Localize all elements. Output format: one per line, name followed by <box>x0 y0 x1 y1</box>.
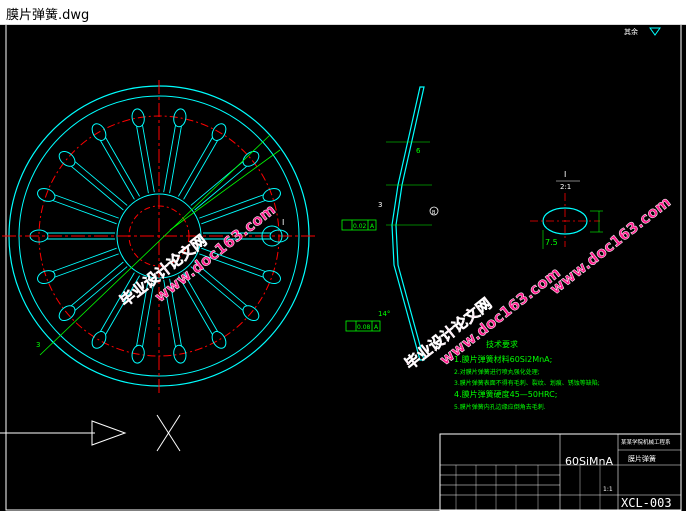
note-item-5: 5.膜片弹簧内孔边缘应倒角去毛刺. <box>454 403 546 411</box>
slot-end-hole <box>211 331 227 349</box>
radial-slot <box>58 150 128 211</box>
detail-scale: 2:1 <box>560 183 571 191</box>
flatness-tolerance-2: 0.08 A <box>345 320 381 332</box>
note-item-1: 1.膜片弹簧材料60Si2MnA; <box>454 354 552 364</box>
roughness-note: 其余 <box>624 27 638 36</box>
cross-symbol-icon <box>156 414 181 452</box>
title-drawing-no: XCL-003 <box>621 496 672 510</box>
window-titlebar: 膜片弹簧.dwg <box>0 0 686 25</box>
slot-end-hole <box>173 108 187 128</box>
note-item-2: 2.对膜片弹簧进行喷丸强化处理; <box>454 368 540 376</box>
dim-angle-label: 3 <box>36 341 40 349</box>
dim-slot-label: 6 <box>416 147 421 155</box>
note-item-3: 3.膜片弹簧表面不得有毛刺、裂纹、划痕、锈蚀等缺陷; <box>454 379 600 387</box>
flatness-tolerance-1: 0.02 A <box>341 219 377 231</box>
dim-thickness-label: 3 <box>378 201 382 209</box>
notes-heading: 技术要求 <box>486 339 518 349</box>
note-item-4: 4.膜片弹簧硬度45—50HRC; <box>454 389 557 399</box>
front-view: 3 I <box>2 80 315 393</box>
roughness-symbol-icon <box>649 27 661 36</box>
tolerance-1-value: 0.02 <box>353 223 367 230</box>
section-view: 6 3 14° 0.02 A 0.08 A B <box>341 86 439 361</box>
radial-slot <box>58 261 128 322</box>
detail-view: I 2:1 7.5 <box>530 170 603 249</box>
title-part-name: 膜片弹簧 <box>628 454 656 463</box>
watermark-2: 毕业设计论文网 www.doc163.com <box>401 263 564 373</box>
cad-drawing[interactable]: 其余 3 I 6 3 14° 0.02 A 0.08 A B I 2:1 7.5… <box>0 25 686 511</box>
radial-slot <box>37 247 119 284</box>
view-direction-arrow <box>0 420 127 446</box>
title-material: 60SiMnA <box>565 455 613 468</box>
title-block: 60SiMnA 某某学院机械工程系 膜片弹簧 1:1 XCL-003 <box>439 433 682 511</box>
section-profile <box>391 86 425 361</box>
technical-notes: 技术要求 1.膜片弹簧材料60Si2MnA; 2.对膜片弹簧进行喷丸强化处理; … <box>454 339 600 411</box>
radial-slot <box>37 188 119 225</box>
angle-label: 14° <box>378 310 390 318</box>
section-label-right: I <box>282 218 284 227</box>
tolerance-1-datum: A <box>370 223 375 230</box>
tolerance-2-value: 0.08 <box>357 324 371 331</box>
cad-canvas[interactable]: 其余 3 I 6 3 14° 0.02 A 0.08 A B I 2:1 7.5… <box>0 25 686 511</box>
window-title: 膜片弹簧.dwg <box>6 8 90 23</box>
radial-slot <box>131 108 155 194</box>
detail-dim-width: 7.5 <box>545 238 558 247</box>
title-scale: 1:1 <box>603 486 613 493</box>
section-marker: B <box>432 210 436 216</box>
radial-slot <box>163 108 187 194</box>
detail-label: I <box>564 170 566 179</box>
title-school: 某某学院机械工程系 <box>621 438 671 446</box>
tolerance-2-datum: A <box>374 324 379 331</box>
